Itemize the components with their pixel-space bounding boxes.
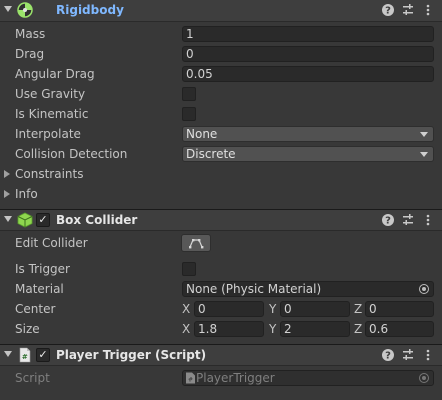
axis-label-y: Y <box>269 302 277 316</box>
foldout-arrow-icon[interactable] <box>4 170 10 178</box>
player-trigger-component: # ✓ Player Trigger (Script) ? Script # P… <box>0 344 442 388</box>
edit-collider-row: Edit Collider <box>0 233 442 259</box>
help-icon[interactable]: ? <box>381 213 395 227</box>
angular-drag-row: Angular Drag 0.05 <box>0 64 442 84</box>
mass-field[interactable]: 1 <box>182 26 434 42</box>
edit-collider-button[interactable] <box>181 234 211 252</box>
help-icon[interactable]: ? <box>381 348 395 362</box>
is-trigger-row: Is Trigger <box>0 259 442 279</box>
collision-detection-label: Collision Detection <box>15 147 128 161</box>
info-foldout[interactable]: Info <box>0 184 442 204</box>
svg-text:?: ? <box>385 216 391 227</box>
object-picker-icon <box>419 373 429 383</box>
axis-label-z: Z <box>354 302 363 316</box>
interpolate-row: Interpolate None <box>0 124 442 144</box>
edit-collider-icon <box>189 239 204 249</box>
foldout-arrow-icon[interactable] <box>4 190 10 198</box>
more-options-icon[interactable] <box>421 213 435 227</box>
interpolate-label: Interpolate <box>15 127 81 141</box>
info-label: Info <box>15 187 38 201</box>
more-options-icon[interactable] <box>421 3 435 17</box>
box-collider-icon <box>17 212 33 228</box>
axis-label-z: Z <box>354 322 363 336</box>
script-row: Script # PlayerTrigger <box>0 368 442 388</box>
script-value: PlayerTrigger <box>196 371 275 385</box>
collision-detection-dropdown[interactable]: Discrete <box>182 146 434 162</box>
dropdown-arrow-icon <box>420 152 428 157</box>
interpolate-value: None <box>186 127 218 141</box>
component-title: Rigidbody <box>56 3 124 17</box>
center-x-field[interactable]: 0 <box>194 301 264 317</box>
mass-row: Mass 1 <box>0 24 442 44</box>
foldout-arrow-icon[interactable] <box>4 351 12 357</box>
center-z-field[interactable]: 0 <box>365 301 434 317</box>
axis-label-y: Y <box>269 322 277 336</box>
center-y-field[interactable]: 0 <box>280 301 350 317</box>
enabled-checkbox[interactable]: ✓ <box>36 348 50 362</box>
angular-drag-field[interactable]: 0.05 <box>182 66 434 82</box>
edit-collider-label: Edit Collider <box>15 236 88 250</box>
use-gravity-checkbox[interactable] <box>182 87 196 101</box>
presets-icon[interactable] <box>401 3 415 17</box>
collision-detection-row: Collision Detection Discrete <box>0 144 442 164</box>
is-trigger-checkbox[interactable] <box>182 262 196 276</box>
help-icon[interactable]: ? <box>381 3 395 17</box>
foldout-arrow-icon[interactable] <box>4 6 12 12</box>
box-collider-component: ✓ Box Collider ? Edit Collider Is Trigge… <box>0 209 442 341</box>
rigidbody-component: Rigidbody ? Mass 1 Drag 0 Angular Drag 0… <box>0 0 442 204</box>
svg-text:?: ? <box>385 6 391 17</box>
collision-detection-value: Discrete <box>186 147 236 161</box>
constraints-foldout[interactable]: Constraints <box>0 164 442 184</box>
is-kinematic-row: Is Kinematic <box>0 104 442 124</box>
is-kinematic-checkbox[interactable] <box>182 107 196 121</box>
script-asset-icon: # <box>186 372 195 384</box>
center-label: Center <box>15 302 56 316</box>
script-field: # PlayerTrigger <box>182 370 434 386</box>
more-options-icon[interactable] <box>421 348 435 362</box>
is-trigger-label: Is Trigger <box>15 262 70 276</box>
script-label: Script <box>15 371 50 385</box>
object-picker-icon[interactable] <box>419 284 429 294</box>
size-x-field[interactable]: 1.8 <box>194 321 264 337</box>
svg-text:#: # <box>188 377 193 384</box>
constraints-label: Constraints <box>15 167 84 181</box>
size-label: Size <box>15 322 40 336</box>
svg-text:#: # <box>22 353 28 361</box>
axis-label-x: X <box>182 322 191 336</box>
material-row: Material None (Physic Material) <box>0 279 442 299</box>
material-value: None (Physic Material) <box>186 282 322 296</box>
rigidbody-icon <box>17 2 33 18</box>
interpolate-dropdown[interactable]: None <box>182 126 434 142</box>
size-y-field[interactable]: 2 <box>280 321 350 337</box>
center-row: Center X 0 Y 0 Z 0 <box>0 299 442 319</box>
presets-icon[interactable] <box>401 213 415 227</box>
script-icon: # <box>19 347 31 363</box>
axis-label-x: X <box>182 302 191 316</box>
size-z-field[interactable]: 0.6 <box>365 321 434 337</box>
drag-label: Drag <box>15 47 45 61</box>
use-gravity-label: Use Gravity <box>15 87 86 101</box>
presets-icon[interactable] <box>401 348 415 362</box>
player-trigger-header[interactable]: # ✓ Player Trigger (Script) ? <box>0 344 442 366</box>
component-title: Box Collider <box>56 213 138 227</box>
dropdown-arrow-icon <box>420 132 428 137</box>
foldout-arrow-icon[interactable] <box>4 216 12 222</box>
drag-field[interactable]: 0 <box>182 46 434 62</box>
svg-text:?: ? <box>385 351 391 362</box>
component-title: Player Trigger (Script) <box>56 348 207 362</box>
box-collider-header[interactable]: ✓ Box Collider ? <box>0 209 442 231</box>
is-kinematic-label: Is Kinematic <box>15 107 89 121</box>
material-field[interactable]: None (Physic Material) <box>182 281 434 297</box>
use-gravity-row: Use Gravity <box>0 84 442 104</box>
angular-drag-label: Angular Drag <box>15 67 95 81</box>
mass-label: Mass <box>15 27 46 41</box>
size-row: Size X 1.8 Y 2 Z 0.6 <box>0 319 442 341</box>
rigidbody-header[interactable]: Rigidbody ? <box>0 0 442 22</box>
enabled-checkbox[interactable]: ✓ <box>36 213 50 227</box>
material-label: Material <box>15 282 64 296</box>
drag-row: Drag 0 <box>0 44 442 64</box>
